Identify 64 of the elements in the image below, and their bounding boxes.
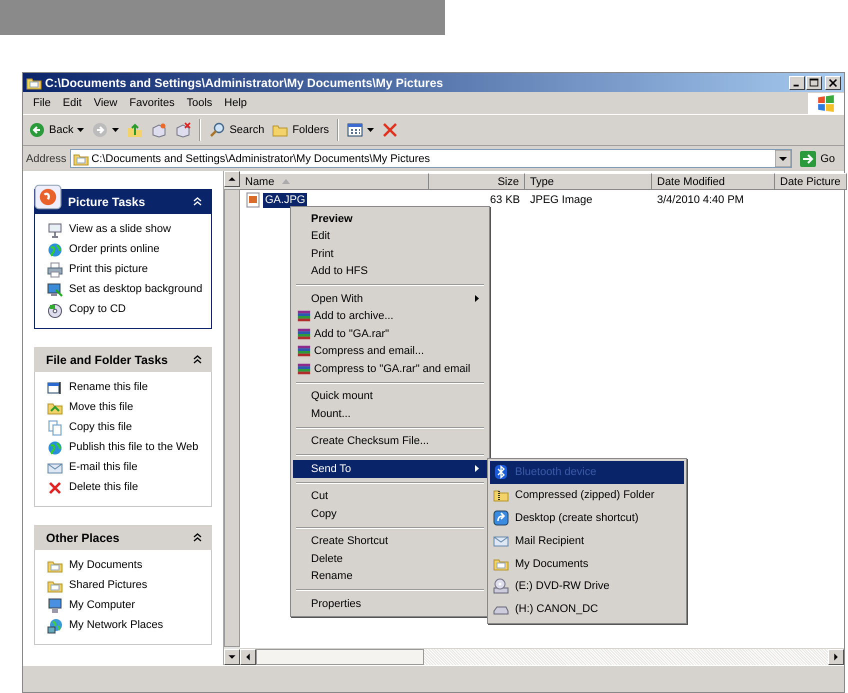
menu-item[interactable]: Favorites	[123, 97, 181, 109]
menu-item[interactable]: Compress to "GA.rar" and email	[293, 360, 487, 378]
column-header[interactable]: Name	[240, 173, 429, 190]
menu-item[interactable]: Desktop (create shortcut)	[490, 506, 684, 530]
menu-item[interactable]: Add to archive...	[293, 308, 487, 325]
menu-item[interactable]: Delete	[293, 550, 487, 568]
task-link[interactable]: My Network Places	[69, 618, 164, 632]
table-cell-text: 3/4/2010 4:40 PM	[656, 194, 745, 206]
menu-item[interactable]: My Documents	[490, 552, 684, 575]
pane-header[interactable]: File and Folder Tasks	[34, 347, 212, 372]
menu-item[interactable]: View	[88, 97, 124, 109]
menu-item[interactable]: (H:) CANON_DC	[490, 598, 684, 621]
task-link[interactable]: Move this file	[69, 400, 134, 414]
task-link[interactable]: Delete this file	[69, 480, 138, 494]
menu-item[interactable]: Add to HFS	[293, 262, 487, 280]
task-link[interactable]: Rename this file	[69, 380, 148, 394]
file-name[interactable]: GA.JPG	[263, 192, 308, 208]
menu-item[interactable]: Rename	[293, 568, 487, 585]
column-header[interactable]: Type	[525, 173, 652, 190]
folders-button[interactable]: Folders	[269, 120, 332, 140]
column-header[interactable]: Size	[429, 173, 525, 190]
task-link[interactable]: My Documents	[69, 558, 142, 572]
address-label: Address	[26, 152, 66, 164]
menu-item[interactable]: (E:) DVD-RW Drive	[490, 574, 684, 598]
menu-item[interactable]: Preview	[293, 210, 487, 228]
task-link[interactable]: Set as desktop background	[69, 282, 202, 296]
menu-item[interactable]: Create Checksum File...	[293, 432, 487, 450]
task-link[interactable]: Copy to CD	[69, 302, 126, 316]
back-button[interactable]: Back	[26, 120, 88, 140]
menu-item[interactable]: Edit	[293, 228, 487, 245]
menu-item[interactable]: Create Shortcut	[293, 532, 487, 550]
menu-item[interactable]: File	[27, 97, 57, 109]
pane-header[interactable]: Other Places	[34, 525, 212, 550]
column-header[interactable]: Date Picture	[775, 173, 847, 190]
menu-item[interactable]: Mail Recipient	[490, 529, 684, 552]
menu-item[interactable]: Print	[293, 245, 487, 262]
menu-item[interactable]: Compressed (zipped) Folder	[490, 484, 684, 507]
task-link[interactable]: Copy this file	[69, 420, 132, 434]
menu-item[interactable]: Quick mount	[293, 388, 487, 405]
menu-item[interactable]: Tools	[180, 97, 218, 109]
menu-item[interactable]: Send To	[293, 460, 487, 478]
table-cell-text: JPEG Image	[529, 194, 594, 206]
menu-item[interactable]: Copy	[293, 505, 487, 522]
task-link[interactable]: My Computer	[69, 598, 136, 612]
search-button[interactable]: Search	[206, 120, 268, 140]
go-button[interactable]: Go	[796, 150, 841, 166]
task-link[interactable]: Print this picture	[69, 262, 148, 276]
menu-item[interactable]: Open With	[293, 290, 487, 308]
task-link[interactable]: View as a slide show	[69, 222, 171, 236]
menu-item[interactable]: Mount...	[293, 405, 487, 422]
table-cell-text: 63 KB	[489, 194, 521, 206]
menu-item[interactable]: Add to "GA.rar"	[293, 325, 487, 342]
menu-item[interactable]: Help	[218, 97, 253, 109]
menu-item[interactable]: Cut	[293, 488, 487, 505]
address-field[interactable]: C:\Documents and Settings\Administrator\My Documents\My Pictures	[70, 149, 792, 168]
menu-item[interactable]: Compress and email...	[293, 342, 487, 360]
menu-item[interactable]: Edit	[56, 97, 88, 109]
menu-item[interactable]: Properties	[293, 595, 487, 612]
task-link[interactable]: Publish this file to the Web	[69, 440, 198, 454]
task-link[interactable]: Order prints online	[69, 242, 160, 256]
window-title: C:\Documents and Settings\Administrator\My Documents\My Pictures	[45, 76, 444, 90]
task-link[interactable]: Shared Pictures	[69, 578, 148, 592]
column-header[interactable]: Date Modified	[652, 173, 775, 190]
task-link[interactable]: E-mail this file	[69, 460, 138, 474]
